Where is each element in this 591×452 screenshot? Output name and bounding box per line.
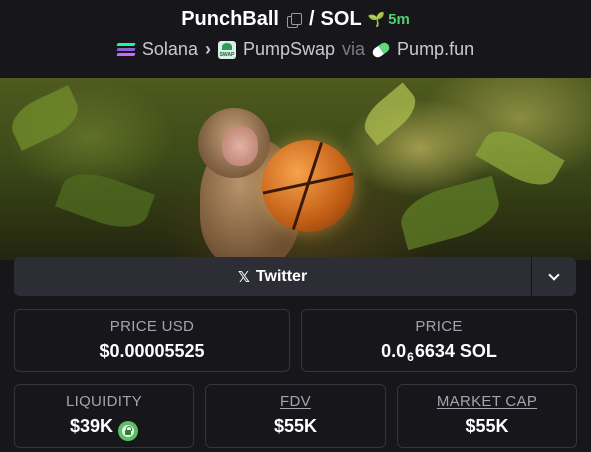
liquidity-value-row: $39K bbox=[15, 416, 193, 441]
token-name: PunchBall bbox=[181, 8, 279, 30]
dex-link[interactable]: PumpSwap bbox=[243, 39, 335, 60]
x-icon: 𝕏 bbox=[237, 268, 250, 286]
price-prefix: 0.0 bbox=[381, 341, 407, 361]
sprout-icon: 🌱 bbox=[367, 11, 386, 27]
liquidity-value: $39K bbox=[69, 416, 114, 436]
pumpswap-icon: SWAP bbox=[217, 40, 236, 59]
launchpad-link[interactable]: Pump.fun bbox=[397, 39, 474, 60]
more-links-button[interactable] bbox=[532, 257, 576, 296]
price-suffix: 6634 SOL bbox=[414, 341, 497, 361]
price-usd-label: PRICE USD bbox=[109, 318, 195, 335]
market-cap-card: MARKET CAP $55K bbox=[397, 384, 577, 448]
social-links-bar: 𝕏 Twitter bbox=[14, 257, 576, 296]
price-zero-count: 6 bbox=[407, 350, 414, 364]
market-cap-label[interactable]: MARKET CAP bbox=[398, 393, 576, 410]
age-value: 5m bbox=[388, 11, 410, 28]
market-cap-value: $55K bbox=[465, 416, 509, 436]
price-label: PRICE bbox=[415, 318, 463, 335]
quote-token: SOL bbox=[320, 8, 362, 30]
title-row: PunchBall / SOL 🌱 5m bbox=[0, 8, 591, 31]
chevron-down-icon bbox=[548, 268, 560, 281]
token-banner-image bbox=[0, 78, 591, 260]
price-usd-value: $0.00005525 bbox=[99, 341, 205, 361]
pair-info-row: Solana › SWAP PumpSwap via Pump.fun bbox=[0, 39, 591, 60]
token-header: PunchBall / SOL 🌱 5m Solana › SWAP PumpS… bbox=[0, 0, 591, 78]
chain-link[interactable]: Solana bbox=[142, 39, 198, 60]
price-native-value: 0.066634 SOL bbox=[302, 341, 576, 364]
copy-icon[interactable] bbox=[286, 12, 302, 28]
twitter-button[interactable]: 𝕏 Twitter bbox=[14, 257, 531, 296]
pair-age: 🌱 5m bbox=[368, 11, 410, 28]
twitter-label: Twitter bbox=[255, 267, 308, 285]
basketball bbox=[262, 140, 354, 232]
monkey-face bbox=[222, 126, 258, 166]
liquidity-label: LIQUIDITY bbox=[65, 393, 143, 410]
lock-icon[interactable] bbox=[118, 421, 139, 441]
fdv-card: FDV $55K bbox=[205, 384, 386, 448]
solana-icon bbox=[116, 43, 136, 56]
fdv-value: $55K bbox=[273, 416, 318, 436]
chevron-right-icon: › bbox=[204, 39, 211, 59]
fdv-label[interactable]: FDV bbox=[206, 393, 385, 410]
via-label: via bbox=[342, 39, 366, 59]
pair-separator: / bbox=[308, 8, 315, 30]
price-usd-card: PRICE USD $0.00005525 bbox=[14, 309, 290, 372]
price-native-card: PRICE 0.066634 SOL bbox=[301, 309, 577, 372]
pill-icon bbox=[370, 40, 392, 59]
liquidity-card: LIQUIDITY $39K bbox=[14, 384, 194, 448]
